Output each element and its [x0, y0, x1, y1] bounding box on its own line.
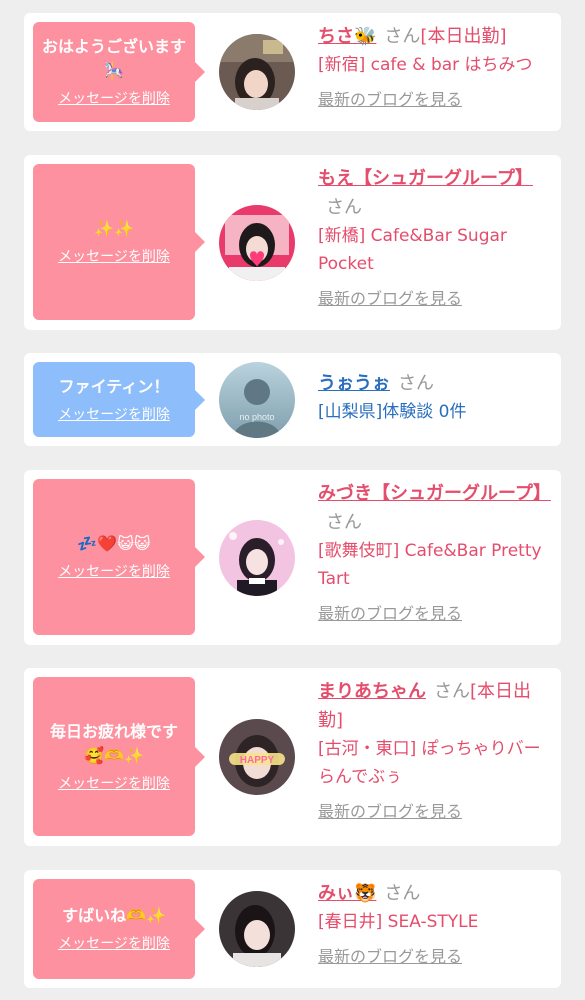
name-line: みづき【シュガーグループ】さん — [318, 479, 554, 537]
message-card: ファイティン！ メッセージを削除 no photo うぉうぉ さん [山梨県]体験… — [24, 353, 561, 446]
no-photo-label: no photo — [239, 412, 274, 422]
delete-message-link[interactable]: メッセージを削除 — [58, 247, 170, 267]
message-card: ✨✨ メッセージを削除 もえ【シュガーグループ】さん [新橋] Cafe&Bar… — [24, 155, 561, 330]
profile-info: うぉうぉ さん [山梨県]体験談 0件 — [318, 369, 554, 426]
honorific: さん — [326, 197, 362, 218]
shop-name: [古河・東口] ぽっちゃりバー らんでぶぅ — [318, 739, 541, 787]
honorific: さん — [384, 26, 421, 47]
avatar[interactable] — [219, 891, 295, 967]
message-text: ファイティン！ — [58, 376, 170, 396]
message-text: すばいね🫶✨ — [62, 906, 166, 925]
latest-blog-link[interactable]: 最新のブログを見る — [318, 288, 462, 310]
message-card: おはようございます🎠 メッセージを削除 ちさ🐝 さん[本日出勤] [新宿] caf… — [24, 13, 561, 131]
review-count: [山梨県]体験談 0件 — [318, 402, 467, 422]
name-line: みぃ🐯 さん — [318, 879, 554, 908]
honorific: さん — [434, 681, 470, 702]
message-text: おはようございます🎠 — [41, 37, 186, 80]
latest-blog-link[interactable]: 最新のブログを見る — [318, 603, 462, 625]
honorific: さん — [326, 512, 362, 533]
message-text: ✨✨ — [94, 219, 134, 238]
girl-name-link[interactable]: みづき【シュガーグループ】 — [318, 483, 551, 504]
latest-blog-link[interactable]: 最新のブログを見る — [318, 946, 462, 968]
name-line: ちさ🐝 さん[本日出勤] — [318, 22, 554, 51]
delete-message-link[interactable]: メッセージを削除 — [58, 774, 170, 794]
profile-info: みづき【シュガーグループ】さん [歌舞伎町] Cafe&Bar Pretty T… — [318, 479, 554, 625]
shop-name: [新宿] cafe & bar はちみつ — [318, 55, 533, 75]
avatar[interactable]: no photo — [219, 362, 295, 438]
honorific: さん — [398, 373, 434, 394]
happy-sticker-text: HAPPY — [240, 755, 275, 766]
message-text: 毎日お疲れ様です🥰🫶✨ — [49, 721, 178, 765]
profile-info: もえ【シュガーグループ】さん [新橋] Cafe&Bar Sugar Pocke… — [318, 164, 554, 310]
latest-blog-link[interactable]: 最新のブログを見る — [318, 89, 462, 111]
shop-name: [春日井] SEA-STYLE — [318, 912, 479, 932]
latest-blog-link[interactable]: 最新のブログを見る — [318, 801, 462, 823]
message-bubble: ✨✨ メッセージを削除 — [33, 164, 205, 320]
message-bubble: ファイティン！ メッセージを削除 — [33, 362, 205, 437]
delete-message-link[interactable]: メッセージを削除 — [58, 405, 170, 425]
name-line: うぉうぉ さん — [318, 369, 554, 398]
status-badge: [本日出勤] — [420, 26, 507, 47]
message-card: 毎日お疲れ様です🥰🫶✨ メッセージを削除 HAPPY まりあちゃん さん[本日出勤… — [24, 668, 561, 846]
avatar[interactable] — [219, 34, 295, 110]
profile-info: ちさ🐝 さん[本日出勤] [新宿] cafe & bar はちみつ 最新のブログを… — [318, 22, 554, 111]
message-card: すばいね🫶✨ メッセージを削除 みぃ🐯 さん [春日井] SEA-STYLE 最新… — [24, 870, 561, 988]
girl-name-link[interactable]: みぃ🐯 — [318, 883, 376, 904]
delete-message-link[interactable]: メッセージを削除 — [58, 89, 170, 109]
message-bubble: すばいね🫶✨ メッセージを削除 — [33, 879, 205, 979]
honorific: さん — [384, 883, 421, 904]
shop-name: [新橋] Cafe&Bar Sugar Pocket — [318, 226, 507, 274]
message-card: 💤❤️😺😺 メッセージを削除 みづき【シュガーグループ】さん [歌舞伎町] Ca… — [24, 470, 561, 645]
girl-name-link[interactable]: もえ【シュガーグループ】 — [318, 168, 533, 189]
delete-message-link[interactable]: メッセージを削除 — [58, 562, 170, 582]
avatar[interactable]: HAPPY — [219, 719, 295, 795]
message-bubble: 💤❤️😺😺 メッセージを削除 — [33, 479, 205, 635]
message-bubble: おはようございます🎠 メッセージを削除 — [33, 22, 205, 122]
avatar[interactable] — [219, 205, 295, 281]
message-text: 💤❤️😺😺 — [77, 534, 151, 553]
name-line: まりあちゃん さん[本日出勤] — [318, 677, 554, 735]
name-line: もえ【シュガーグループ】さん — [318, 164, 554, 222]
delete-message-link[interactable]: メッセージを削除 — [58, 934, 170, 954]
profile-info: まりあちゃん さん[本日出勤] [古河・東口] ぽっちゃりバー らんでぶぅ 最新の… — [318, 677, 554, 823]
girl-name-link[interactable]: まりあちゃん — [318, 681, 426, 702]
message-bubble: 毎日お疲れ様です🥰🫶✨ メッセージを削除 — [33, 677, 205, 836]
shop-name: [歌舞伎町] Cafe&Bar Pretty Tart — [318, 541, 542, 589]
girl-name-link[interactable]: ちさ🐝 — [318, 26, 376, 47]
avatar[interactable] — [219, 520, 295, 596]
user-name-link[interactable]: うぉうぉ — [318, 373, 390, 394]
profile-info: みぃ🐯 さん [春日井] SEA-STYLE 最新のブログを見る — [318, 879, 554, 968]
